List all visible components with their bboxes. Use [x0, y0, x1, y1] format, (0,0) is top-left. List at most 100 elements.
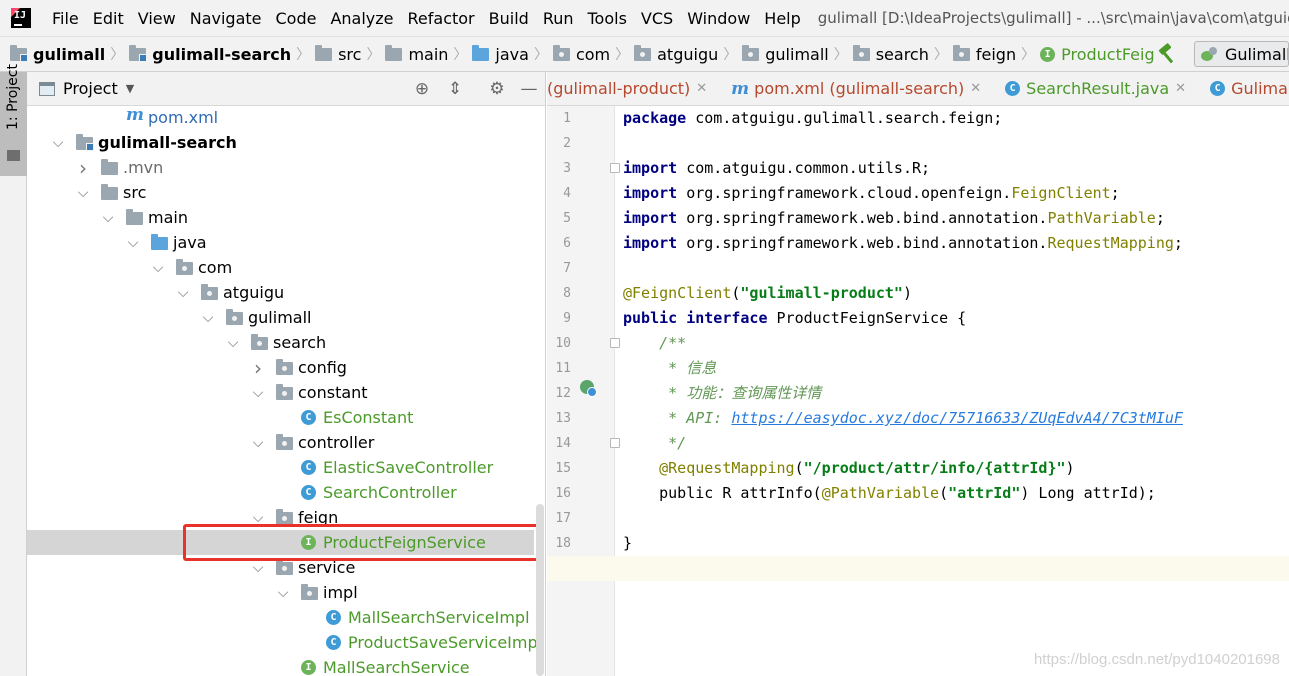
tree-item-gulimall-search[interactable]: ⌵ gulimall-search: [27, 130, 534, 155]
tree-item-pom-xml[interactable]: m pom.xml: [27, 105, 534, 130]
tree-item-com[interactable]: ⌵ com: [27, 255, 534, 280]
code-line-19-caret: [547, 556, 1289, 581]
tree-item-elasticsavecontroller[interactable]: C ElasticSaveController: [27, 455, 534, 480]
chevron-down-icon[interactable]: ⌵: [252, 435, 264, 451]
project-tool-button[interactable]: 1: Project: [0, 64, 27, 176]
tree-item-label: feign: [298, 508, 339, 527]
build-hammer-icon[interactable]: [1156, 43, 1178, 65]
code-area[interactable]: package com.atguigu.gulimall.search.feig…: [547, 106, 1289, 676]
fold-marker-icon[interactable]: [610, 438, 620, 448]
minimize-icon[interactable]: —: [519, 79, 539, 99]
chevron-down-icon[interactable]: ⌵: [277, 585, 289, 601]
chevron-down-icon[interactable]: ⌵: [127, 235, 139, 251]
tree-item-esconstant[interactable]: C EsConstant: [27, 405, 534, 430]
locate-crosshair-icon[interactable]: ⊕: [412, 79, 432, 99]
menu-run[interactable]: Run: [536, 9, 581, 28]
keyword: import: [623, 234, 678, 252]
menu-build[interactable]: Build: [482, 9, 536, 28]
close-icon[interactable]: ✕: [970, 81, 981, 96]
breadcrumb-gulimall-package[interactable]: gulimall: [742, 44, 829, 64]
chevron-down-icon[interactable]: ⌵: [177, 285, 189, 301]
breadcrumb-gulimall-search[interactable]: gulimall-search: [129, 44, 291, 64]
tab-gulimall-product-pom[interactable]: (gulimall-product) ✕: [547, 79, 723, 98]
breadcrumb-feign[interactable]: feign: [952, 44, 1016, 64]
line-number: 4: [563, 186, 571, 201]
line-number: 12: [555, 386, 571, 401]
menu-help[interactable]: Help: [757, 9, 807, 28]
fold-marker-icon[interactable]: [610, 338, 620, 348]
fold-marker-icon[interactable]: [610, 163, 620, 173]
run-configuration-selector[interactable]: Gulimall: [1194, 41, 1289, 67]
menu-analyze[interactable]: Analyze: [323, 9, 400, 28]
scrollbar[interactable]: [536, 504, 544, 676]
tree-item--mvn[interactable]: › .mvn: [27, 155, 534, 180]
tree-item-constant[interactable]: ⌵ constant: [27, 380, 534, 405]
tab-searchresult[interactable]: C SearchResult.java ✕: [997, 79, 1202, 98]
tree-item-config[interactable]: › config: [27, 355, 534, 380]
breadcrumb-gulimall[interactable]: gulimall: [10, 44, 105, 64]
tree-item-feign[interactable]: ⌵ feign: [27, 505, 534, 530]
package-icon: [952, 44, 970, 61]
tree-item-search[interactable]: ⌵ search: [27, 330, 534, 355]
code-line-18: }: [623, 531, 1289, 556]
tree-item-java[interactable]: ⌵ java: [27, 230, 534, 255]
tree-item-label: SearchController: [323, 483, 457, 502]
chevron-down-icon[interactable]: ⌵: [252, 560, 264, 576]
chevron-right-icon[interactable]: ›: [252, 356, 264, 380]
tree-item-service[interactable]: ⌵ service: [27, 555, 534, 580]
code-text: ;: [1173, 234, 1183, 252]
tab-label: GulimallSearchA: [1231, 79, 1289, 98]
tree-item-impl[interactable]: ⌵ impl: [27, 580, 534, 605]
project-view-selector[interactable]: Project: [63, 79, 118, 98]
gear-icon[interactable]: ⚙: [487, 79, 507, 99]
breadcrumb-atguigu[interactable]: atguigu: [634, 44, 718, 64]
menu-view[interactable]: View: [131, 9, 183, 28]
chevron-down-icon[interactable]: ⌵: [77, 185, 89, 201]
menu-edit[interactable]: Edit: [86, 9, 131, 28]
tree-item-mallsearchserviceimpl[interactable]: C MallSearchServiceImpl: [27, 605, 534, 630]
chevron-down-icon[interactable]: ⌵: [52, 135, 64, 151]
menu-window[interactable]: Window: [680, 9, 757, 28]
tree-item-productfeignservice[interactable]: I ProductFeignService: [27, 530, 534, 555]
menu-tools[interactable]: Tools: [581, 9, 634, 28]
chevron-down-icon[interactable]: ⌵: [202, 310, 214, 326]
close-icon[interactable]: ✕: [696, 81, 707, 96]
chevron-right-icon[interactable]: ›: [77, 156, 89, 180]
collapse-all-icon[interactable]: ⇕: [445, 79, 465, 99]
close-icon[interactable]: ✕: [1175, 81, 1186, 96]
package-icon: [301, 584, 318, 600]
folder-icon: [101, 184, 118, 200]
tree-item-atguigu[interactable]: ⌵ atguigu: [27, 280, 534, 305]
tree-item-controller[interactable]: ⌵ controller: [27, 430, 534, 455]
tab-gulimall-search-pom[interactable]: m pom.xml (gulimall-search) ✕: [723, 79, 997, 99]
chevron-down-icon[interactable]: ⌵: [152, 260, 164, 276]
tree-item-productsaveserviceimpl[interactable]: C ProductSaveServiceImpl: [27, 630, 542, 655]
breadcrumb-com[interactable]: com: [552, 44, 610, 64]
tree-item-main[interactable]: ⌵ main: [27, 205, 534, 230]
application-class-icon: C: [1210, 81, 1226, 96]
menu-code[interactable]: Code: [269, 9, 324, 28]
menu-refactor[interactable]: Refactor: [401, 9, 482, 28]
breadcrumb-java[interactable]: java: [472, 44, 529, 64]
doc-link[interactable]: https://easydoc.xyz/doc/75716633/ZUqEdvA…: [731, 409, 1183, 427]
spring-bean-gutter-icon[interactable]: [580, 380, 597, 397]
tab-gulimallsearchapplication[interactable]: C GulimallSearchA: [1202, 79, 1289, 98]
tree-item-searchcontroller[interactable]: C SearchController: [27, 480, 534, 505]
menu-navigate[interactable]: Navigate: [183, 9, 269, 28]
tab-label: pom.xml (gulimall-search): [754, 79, 965, 98]
menu-vcs[interactable]: VCS: [634, 9, 680, 28]
breadcrumb-main[interactable]: main: [385, 44, 448, 64]
chevron-down-icon[interactable]: ⌵: [252, 510, 264, 526]
chevron-down-icon[interactable]: ⌵: [227, 335, 239, 351]
menu-file[interactable]: File: [45, 9, 86, 28]
tree-item-mallsearchservice[interactable]: I MallSearchService: [27, 655, 534, 676]
chevron-down-icon[interactable]: ⌵: [102, 210, 114, 226]
tree-item-label: ProductSaveServiceImpl: [348, 633, 543, 652]
tree-item-gulimall[interactable]: ⌵ gulimall: [27, 305, 534, 330]
code-editor: (gulimall-product) ✕ m pom.xml (gulimall-s…: [547, 72, 1289, 676]
breadcrumb-search[interactable]: search: [852, 44, 929, 64]
tree-item-src[interactable]: ⌵ src: [27, 180, 534, 205]
breadcrumb-src[interactable]: src: [315, 44, 361, 64]
chevron-down-icon[interactable]: ▼: [126, 82, 134, 95]
chevron-down-icon[interactable]: ⌵: [252, 385, 264, 401]
